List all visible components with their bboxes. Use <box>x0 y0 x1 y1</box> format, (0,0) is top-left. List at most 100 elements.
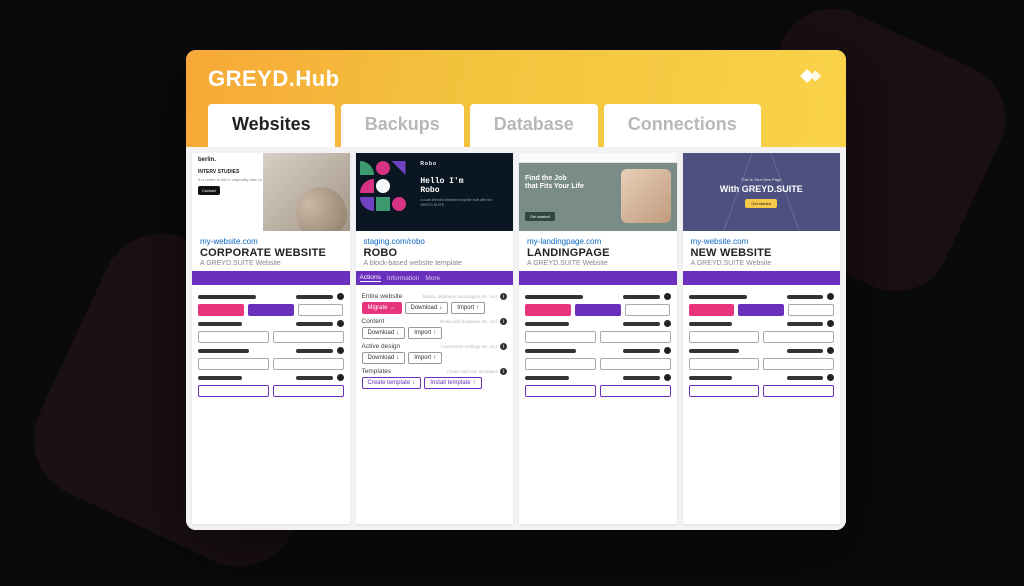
website-desc: A GREYD.SUITE Website <box>691 260 833 267</box>
action-button[interactable] <box>273 358 344 370</box>
info-icon[interactable] <box>827 347 834 354</box>
action-button[interactable] <box>198 385 269 397</box>
info-icon[interactable]: i <box>500 343 507 350</box>
website-card: Find the Jobthat Fits Your Life Get star… <box>519 153 677 524</box>
website-thumbnail[interactable]: Robo Hello I'mRobo a code-themed Website… <box>356 153 514 231</box>
website-domain[interactable]: staging.com/robo <box>364 237 506 246</box>
header: GREYD.Hub Websites Backups Database Conn… <box>186 50 846 147</box>
info-icon[interactable] <box>664 320 671 327</box>
card-tabbar <box>683 271 841 285</box>
info-icon[interactable]: i <box>500 293 507 300</box>
action-button[interactable] <box>273 331 344 343</box>
tab-backups[interactable]: Backups <box>341 104 464 147</box>
website-domain[interactable]: my-landingpage.com <box>527 237 669 246</box>
download-button[interactable]: Download ↓ <box>362 327 406 339</box>
main-tabs: Websites Backups Database Connections <box>208 104 824 147</box>
arrow-icon: ↑ <box>473 380 476 386</box>
card-panel: Entire websiteMedia, database and plugin… <box>356 285 514 393</box>
action-button[interactable] <box>198 358 269 370</box>
section-note: Customizer settings etc. incl. <box>441 344 498 349</box>
panel-tab-more[interactable]: More <box>425 275 440 282</box>
action-button[interactable] <box>625 304 671 316</box>
action-button[interactable] <box>525 331 596 343</box>
card-tabbar <box>192 271 350 285</box>
action-button[interactable] <box>600 385 671 397</box>
action-button[interactable] <box>689 331 760 343</box>
action-button[interactable] <box>763 358 834 370</box>
tab-database[interactable]: Database <box>470 104 598 147</box>
thumb-heading: that Fits Your Life <box>525 183 584 190</box>
action-button[interactable] <box>738 304 784 316</box>
install-template-button[interactable]: Install template ↑ <box>424 377 481 389</box>
info-icon[interactable] <box>664 374 671 381</box>
download-button[interactable]: Download ↓ <box>362 352 406 364</box>
action-button[interactable] <box>689 358 760 370</box>
action-button[interactable] <box>575 304 621 316</box>
thumb-heading: Hello I'm <box>420 177 463 186</box>
arrow-icon: ↓ <box>439 305 442 311</box>
import-button[interactable]: Import ↑ <box>408 327 442 339</box>
action-button[interactable] <box>273 385 344 397</box>
action-button[interactable] <box>763 385 834 397</box>
thumb-cta: Get started <box>525 212 555 221</box>
thumb-heading: Robo <box>420 186 439 195</box>
import-button[interactable]: Import ↑ <box>451 302 485 314</box>
panel-tab-actions[interactable]: Actions <box>360 274 381 282</box>
action-button[interactable] <box>689 385 760 397</box>
tab-connections[interactable]: Connections <box>604 104 761 147</box>
info-icon[interactable] <box>337 320 344 327</box>
website-thumbnail[interactable]: This Is Your New Page With GREYD.SUITE G… <box>683 153 841 231</box>
card-panel <box>519 285 677 405</box>
info-icon[interactable] <box>664 293 671 300</box>
action-button[interactable] <box>689 304 735 316</box>
website-thumbnail[interactable]: berlin. INTERV STUDIES It is better to f… <box>192 153 350 231</box>
tab-websites[interactable]: Websites <box>208 104 335 147</box>
action-button[interactable] <box>600 358 671 370</box>
action-button[interactable] <box>298 304 344 316</box>
website-desc: A GREYD.SUITE Website <box>527 260 669 267</box>
action-button[interactable] <box>198 331 269 343</box>
action-button[interactable] <box>248 304 294 316</box>
migrate-button[interactable]: Migrate → <box>362 302 402 314</box>
info-icon[interactable] <box>337 293 344 300</box>
info-icon[interactable]: i <box>500 368 507 375</box>
info-icon[interactable]: i <box>500 318 507 325</box>
import-button[interactable]: Import ↑ <box>408 352 442 364</box>
info-icon[interactable] <box>337 347 344 354</box>
panel-tab-information[interactable]: Information <box>387 275 420 282</box>
app-window: GREYD.Hub Websites Backups Database Conn… <box>186 50 846 530</box>
action-button[interactable] <box>788 304 834 316</box>
website-thumbnail[interactable]: Find the Jobthat Fits Your Life Get star… <box>519 153 677 231</box>
thumb-sup: This Is Your New Page <box>741 177 781 182</box>
action-button[interactable] <box>525 358 596 370</box>
info-icon[interactable] <box>827 293 834 300</box>
action-button[interactable] <box>763 331 834 343</box>
section-title: Entire website <box>362 293 403 300</box>
thumb-brand: Robo <box>420 161 509 167</box>
website-domain[interactable]: my-website.com <box>200 237 342 246</box>
download-button[interactable]: Download ↓ <box>405 302 449 314</box>
arrow-icon: ↓ <box>412 380 415 386</box>
section-note: Create and use templates <box>446 369 498 374</box>
create-template-button[interactable]: Create template ↓ <box>362 377 422 389</box>
card-panel <box>192 285 350 405</box>
info-icon[interactable] <box>827 374 834 381</box>
thumb-cta: Get started <box>745 199 777 208</box>
thumb-heading: With GREYD.SUITE <box>720 184 803 194</box>
action-button[interactable] <box>525 304 571 316</box>
action-button[interactable] <box>600 331 671 343</box>
app-title: GREYD.Hub <box>208 66 340 92</box>
arrow-icon: ↑ <box>433 330 436 336</box>
action-button[interactable] <box>198 304 244 316</box>
website-card: Robo Hello I'mRobo a code-themed Website… <box>356 153 514 524</box>
cards-grid: berlin. INTERV STUDIES It is better to f… <box>186 147 846 530</box>
website-title: NEW WEBSITE <box>691 247 833 259</box>
arrow-icon: ↓ <box>396 330 399 336</box>
card-tabbar: Actions Information More <box>356 271 514 285</box>
info-icon[interactable] <box>337 374 344 381</box>
info-icon[interactable] <box>664 347 671 354</box>
brand-logo-icon <box>796 66 824 86</box>
action-button[interactable] <box>525 385 596 397</box>
website-domain[interactable]: my-website.com <box>691 237 833 246</box>
info-icon[interactable] <box>827 320 834 327</box>
